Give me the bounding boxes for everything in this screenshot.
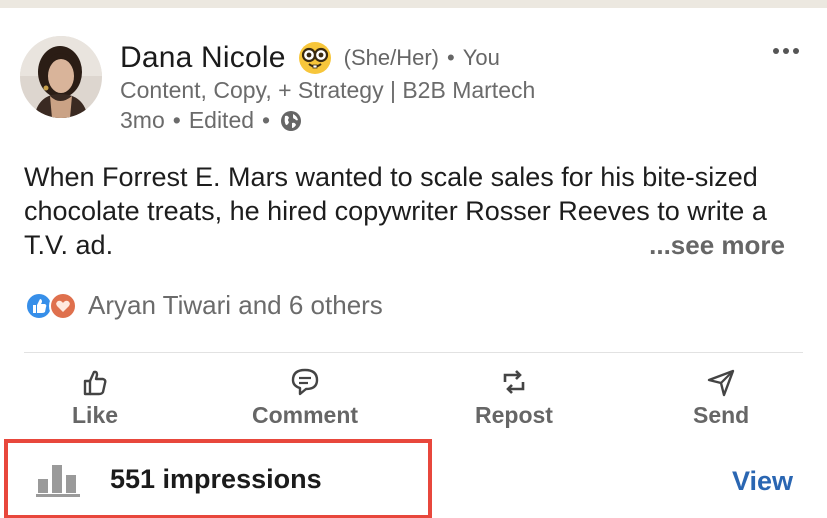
relation-label: You — [462, 45, 500, 70]
like-label: Like — [72, 402, 119, 428]
author-headline: Content, Copy, + Strategy | B2B Martech — [120, 77, 536, 103]
author-name-line: Dana Nicole (She/Her) • You — [120, 38, 500, 78]
repost-button[interactable]: Repost — [475, 366, 553, 429]
bar-chart-icon — [36, 465, 80, 497]
send-icon — [707, 369, 735, 397]
separator-dot: • — [446, 45, 455, 70]
profile-photo — [20, 36, 102, 118]
send-label: Send — [693, 402, 750, 428]
reaction-icons — [24, 291, 78, 321]
love-reaction-icon — [49, 291, 77, 320]
separator-dot: • — [262, 107, 271, 133]
comment-icon — [291, 368, 319, 396]
action-bar: Like Comment Repost Send — [0, 366, 827, 436]
repost-label: Repost — [475, 402, 553, 428]
post-meta: 3mo • Edited • — [120, 107, 302, 134]
impressions-highlight[interactable]: 551 impressions — [4, 439, 432, 518]
globe-icon — [281, 110, 302, 131]
impressions-count: 551 impressions — [110, 463, 322, 494]
comment-button[interactable]: Comment — [252, 366, 358, 429]
send-button[interactable]: Send — [693, 366, 749, 429]
avatar[interactable] — [20, 36, 102, 118]
repost-icon — [503, 370, 525, 394]
comment-label: Comment — [252, 402, 359, 428]
thumbs-up-icon — [83, 370, 107, 396]
like-button[interactable]: Like — [72, 366, 118, 429]
view-analytics-link[interactable]: View — [732, 466, 793, 497]
nerd-face-icon — [298, 42, 331, 74]
author-name[interactable]: Dana Nicole — [120, 41, 286, 75]
divider — [24, 352, 803, 353]
separator-dot: • — [172, 107, 181, 133]
reactions-text: Aryan Tiwari and 6 others — [88, 290, 383, 320]
see-more-link[interactable]: ...see more — [649, 230, 785, 261]
edited-label: Edited — [188, 107, 255, 133]
reactions-summary[interactable]: Aryan Tiwari and 6 others — [24, 290, 383, 321]
post-card: Dana Nicole (She/Her) • You Content, Cop… — [0, 0, 827, 518]
post-time: 3mo — [120, 107, 165, 133]
more-options-icon[interactable] — [771, 44, 801, 58]
author-pronouns: (She/Her) — [343, 45, 439, 70]
